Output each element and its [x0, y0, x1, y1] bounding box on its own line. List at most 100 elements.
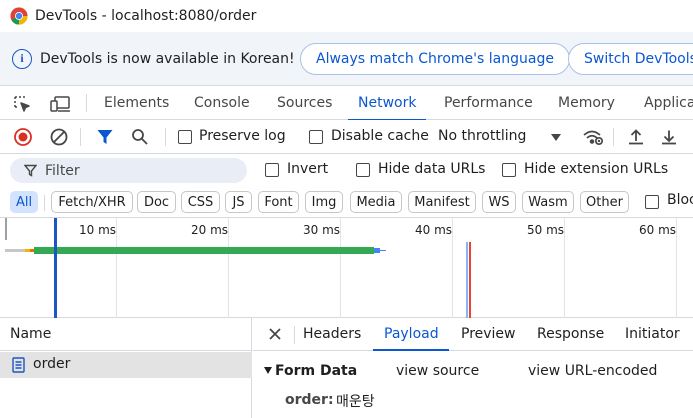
- invert-checkbox[interactable]: [265, 163, 279, 177]
- always-match-language-button[interactable]: Always match Chrome's language: [300, 43, 570, 75]
- disable-cache-checkbox[interactable]: [309, 130, 323, 144]
- hide-data-urls-checkbox[interactable]: [356, 163, 370, 177]
- import-har-icon[interactable]: [627, 128, 645, 146]
- search-icon[interactable]: [131, 128, 149, 146]
- tab-application[interactable]: Applica: [644, 86, 693, 120]
- window-titlebar: DevTools - localhost:8080/order: [0, 0, 693, 32]
- language-infobar: i DevTools is now available in Korean! A…: [0, 32, 693, 86]
- clear-icon[interactable]: [50, 128, 68, 146]
- timeline-gridline: [116, 218, 117, 318]
- view-url-encoded-link[interactable]: view URL-encoded: [528, 363, 657, 379]
- tab-payload[interactable]: Payload: [384, 326, 439, 342]
- load-event-marker-red: [469, 242, 471, 318]
- type-doc-chip[interactable]: Doc: [137, 191, 176, 213]
- timeline-gridline: [676, 218, 677, 318]
- request-waterfall-bar: [34, 247, 374, 254]
- type-all-chip[interactable]: All: [10, 191, 38, 213]
- toolbar-separator: [165, 128, 166, 146]
- network-toolbar: Preserve log Disable cache No throttling: [0, 120, 693, 154]
- type-other-chip[interactable]: Other: [580, 191, 629, 213]
- type-js-chip[interactable]: JS: [225, 191, 252, 213]
- request-name: order: [33, 356, 71, 372]
- tab-console[interactable]: Console: [194, 86, 250, 120]
- timeline-gridline: [452, 218, 453, 318]
- tab-initiator[interactable]: Initiator: [625, 326, 680, 342]
- tab-memory[interactable]: Memory: [558, 86, 615, 120]
- switch-devtools-button[interactable]: Switch DevTools: [568, 43, 693, 75]
- toolbar-separator: [80, 128, 81, 146]
- tabbar-separator: [86, 94, 87, 112]
- export-har-icon[interactable]: [660, 128, 678, 146]
- type-css-chip[interactable]: CSS: [181, 191, 220, 213]
- tab-preview[interactable]: Preview: [461, 326, 516, 342]
- form-field-key: order:: [285, 392, 334, 408]
- window-title: DevTools - localhost:8080/order: [35, 8, 257, 24]
- detail-tabbar: Headers Payload Preview Response Initiat…: [253, 318, 693, 351]
- tab-network[interactable]: Network: [347, 86, 428, 121]
- type-manifest-chip[interactable]: Manifest: [408, 191, 476, 213]
- collapse-triangle-icon[interactable]: [264, 367, 272, 374]
- type-font-chip[interactable]: Font: [258, 191, 299, 213]
- resource-type-filter: All Fetch/XHR Doc CSS JS Font Img Media …: [0, 186, 693, 218]
- load-event-marker-blue: [466, 242, 468, 318]
- preserve-log-label: Preserve log: [199, 128, 286, 144]
- view-source-link[interactable]: view source: [396, 363, 479, 379]
- throttling-dropdown-icon[interactable]: [550, 132, 562, 142]
- network-overview-timeline[interactable]: 10 ms 20 ms 30 ms 40 ms 50 ms 60 ms: [0, 218, 693, 318]
- info-icon: i: [12, 48, 32, 69]
- filter-placeholder: Filter: [45, 163, 80, 179]
- throttling-select[interactable]: No throttling: [438, 128, 526, 144]
- invert-label: Invert: [287, 161, 329, 177]
- toolbar-separator: [613, 128, 614, 146]
- timeline-gridline: [228, 218, 229, 318]
- form-data-section: Form Data view source view URL-encoded o…: [253, 351, 693, 418]
- type-wasm-chip[interactable]: Wasm: [522, 191, 574, 213]
- request-details-panel: Headers Payload Preview Response Initiat…: [253, 318, 693, 418]
- blocked-requests-label: Bloc: [667, 192, 693, 208]
- infobar-message: DevTools is now available in Korean!: [40, 50, 295, 67]
- disable-cache-label: Disable cache: [331, 128, 429, 144]
- table-row[interactable]: order: [0, 352, 252, 378]
- column-header-label: Name: [10, 326, 52, 342]
- form-data-title[interactable]: Form Data: [275, 363, 357, 379]
- device-toolbar-icon[interactable]: [50, 95, 72, 113]
- type-media-chip[interactable]: Media: [350, 191, 402, 213]
- devtools-tabbar: Elements Console Sources Network Perform…: [0, 86, 693, 121]
- timeline-gridline: [340, 218, 341, 318]
- form-field-value: 매운탕: [336, 394, 375, 410]
- inspect-element-icon[interactable]: [13, 95, 31, 113]
- request-waterfall-queue: [5, 249, 25, 252]
- dom-content-loaded-marker: [54, 218, 57, 318]
- request-waterfall-tail: [380, 250, 386, 251]
- blocked-requests-checkbox[interactable]: [645, 195, 659, 209]
- filter-funnel-icon[interactable]: [96, 128, 114, 146]
- filter-input[interactable]: Filter: [10, 158, 247, 183]
- timeline-start-handle[interactable]: [5, 218, 7, 240]
- requests-name-column-header[interactable]: Name: [0, 318, 252, 351]
- record-stop-icon[interactable]: [14, 128, 32, 146]
- tab-headers[interactable]: Headers: [303, 326, 361, 342]
- timeline-label: 30 ms: [303, 223, 341, 237]
- chip-separator: [44, 195, 45, 211]
- hide-extension-urls-label: Hide extension URLs: [524, 161, 669, 177]
- timeline-label: 40 ms: [415, 223, 453, 237]
- requests-panel: Name order: [0, 318, 252, 418]
- type-img-chip[interactable]: Img: [305, 191, 343, 213]
- timeline-gridline: [564, 218, 565, 318]
- detail-tab-separator: [294, 326, 295, 344]
- tab-performance[interactable]: Performance: [444, 86, 533, 120]
- network-conditions-icon[interactable]: [582, 128, 604, 146]
- timeline-label: 60 ms: [639, 223, 677, 237]
- chrome-logo-icon: [10, 7, 28, 25]
- tab-response[interactable]: Response: [537, 326, 604, 342]
- tab-sources[interactable]: Sources: [277, 86, 332, 120]
- tab-elements[interactable]: Elements: [104, 86, 169, 120]
- filter-funnel-small-icon: [23, 164, 38, 177]
- type-fetch-chip[interactable]: Fetch/XHR: [51, 191, 133, 213]
- hide-extension-urls-checkbox[interactable]: [502, 163, 516, 177]
- timeline-label: 10 ms: [79, 223, 117, 237]
- close-icon[interactable]: [267, 326, 283, 342]
- type-ws-chip[interactable]: WS: [482, 191, 516, 213]
- preserve-log-checkbox[interactable]: [178, 130, 192, 144]
- timeline-label: 20 ms: [191, 223, 229, 237]
